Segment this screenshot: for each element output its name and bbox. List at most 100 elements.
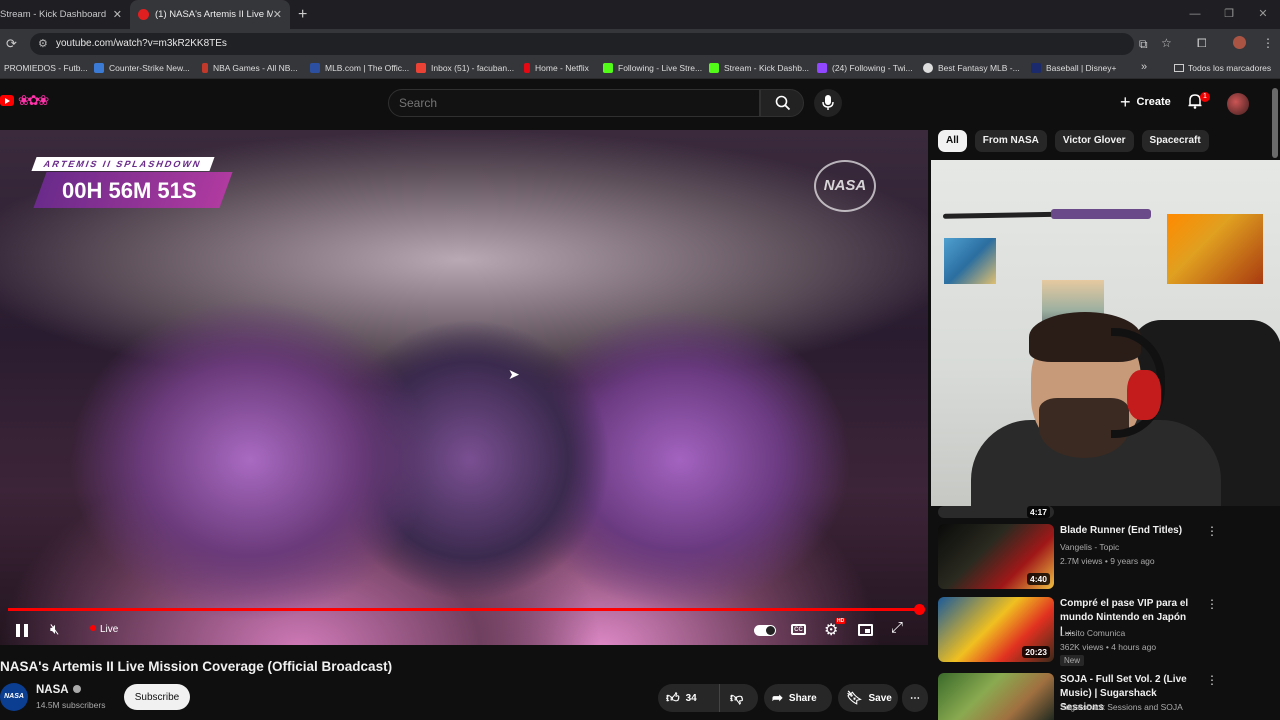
all-bookmarks-folder[interactable]: Todos los marcadores: [1174, 63, 1271, 73]
plus-icon: +: [1120, 91, 1131, 112]
video-player[interactable]: ARTEMIS II SPLASHDOWN 00H 56M 51S NASA ➤…: [0, 130, 928, 645]
recommendation-channel[interactable]: Vangelis - Topic: [1060, 542, 1119, 552]
search-input[interactable]: [389, 90, 759, 116]
share-button[interactable]: ➦ Share: [764, 684, 832, 712]
reload-icon[interactable]: ⟳: [6, 36, 17, 52]
bookmark-item[interactable]: Stream - Kick Dashb...: [709, 63, 809, 73]
video-thumbnail[interactable]: [938, 673, 1054, 720]
video-thumbnail[interactable]: 4:17: [938, 506, 1054, 518]
autoplay-toggle[interactable]: [754, 625, 776, 636]
chip-spacecraft[interactable]: Spacecraft: [1141, 130, 1209, 152]
search-button[interactable]: [760, 89, 804, 117]
dislike-button[interactable]: 👎︎: [720, 690, 749, 706]
thumbs-down-icon: 👎︎: [730, 690, 744, 705]
pause-icon[interactable]: [16, 624, 28, 637]
chip-all[interactable]: All: [938, 130, 967, 152]
maximize-icon[interactable]: ❐: [1212, 0, 1246, 28]
page-scrollbar[interactable]: [1272, 88, 1278, 158]
address-bar[interactable]: ⚙ youtube.com/watch?v=m3kR2KK8TEs: [30, 33, 1134, 55]
bookmark-item[interactable]: Baseball | Disney+: [1031, 63, 1116, 73]
bookmark-item[interactable]: Counter-Strike New...: [94, 63, 190, 73]
create-button[interactable]: + Create: [1112, 89, 1179, 115]
profile-avatar[interactable]: [1233, 36, 1246, 49]
tab-kick-dashboard[interactable]: Stream - Kick Dashboard ✕: [0, 0, 130, 29]
bookmark-icon: 🔖︎: [846, 690, 863, 705]
extensions-icon[interactable]: ⧠: [1197, 36, 1207, 51]
subscribe-button[interactable]: Subscribe: [124, 684, 190, 710]
duration-badge: 4:40: [1026, 573, 1050, 585]
more-options-icon[interactable]: ⋮: [1206, 524, 1218, 538]
save-button[interactable]: 🔖︎ Save: [838, 684, 898, 712]
browser-menu-icon[interactable]: ⋮: [1262, 36, 1274, 50]
video-thumbnail[interactable]: 20:23: [938, 597, 1054, 662]
youtube-logo-icon[interactable]: [0, 95, 14, 106]
recommendation-title[interactable]: Blade Runner (End Titles): [1060, 524, 1190, 538]
more-options-icon[interactable]: ⋮: [1206, 597, 1218, 611]
youtube-favicon-icon: [138, 9, 149, 20]
like-button[interactable]: 👍︎ 34: [658, 684, 720, 712]
notification-badge: 1: [1200, 92, 1210, 102]
close-window-icon[interactable]: ✕: [1246, 0, 1280, 28]
duration-badge: 4:17: [1026, 506, 1050, 518]
player-controls: 🔇︎ Live CC ⚙ HD ⤢: [0, 618, 928, 644]
new-tab-icon[interactable]: +: [298, 6, 307, 24]
avatar[interactable]: [1227, 93, 1249, 115]
recommendation-channel[interactable]: Sugarshack Sessions and SOJA: [1060, 702, 1183, 712]
bookmark-item[interactable]: NBA Games - All NB...: [202, 63, 298, 73]
video-thumbnail[interactable]: 4:40: [938, 524, 1054, 589]
wall-painting: [944, 238, 996, 284]
splashdown-label: ARTEMIS II SPLASHDOWN: [31, 157, 215, 171]
install-app-icon[interactable]: ⧉: [1139, 37, 1148, 52]
bookmark-star-icon[interactable]: ☆: [1161, 36, 1172, 50]
bookmark-item[interactable]: Home - Netflix: [524, 63, 589, 73]
tab-youtube-artemis[interactable]: (1) NASA's Artemis II Live Missio ✕: [130, 0, 290, 29]
thumbs-up-icon: 👍︎: [666, 690, 680, 705]
muted-volume-icon[interactable]: 🔇︎: [50, 621, 59, 638]
chip-victor-glover[interactable]: Victor Glover: [1054, 130, 1134, 152]
progress-bar[interactable]: [8, 604, 925, 615]
channel-name[interactable]: NASA: [36, 684, 81, 696]
bookmark-item[interactable]: Following - Live Stre...: [603, 63, 702, 73]
like-dislike-group: 👍︎ 34 👎︎: [658, 684, 758, 712]
verified-icon: [72, 685, 81, 693]
wall-poster: [1167, 214, 1263, 284]
chip-from-nasa[interactable]: From NASA: [974, 130, 1047, 152]
bookmark-item[interactable]: Inbox (51) - facuban...: [416, 63, 514, 73]
scrubber-handle[interactable]: [914, 604, 925, 615]
microphone-icon: [822, 95, 834, 110]
bookmark-item[interactable]: Best Fantasy MLB -...: [923, 63, 1020, 73]
bookmark-item[interactable]: MLB.com | The Offic...: [310, 63, 409, 73]
site-info-icon[interactable]: ⚙: [38, 37, 48, 50]
bookmark-item[interactable]: PROMIEDOS - Futb...: [4, 63, 88, 73]
more-options-icon[interactable]: ⋮: [1206, 673, 1218, 687]
window-controls: — ❐ ✕: [1178, 0, 1280, 28]
katana-handle: [1051, 209, 1151, 219]
voice-search-button[interactable]: [814, 89, 842, 117]
headset-earcup: [1127, 370, 1161, 420]
recommendation-channel[interactable]: Luisito Comunica: [1060, 628, 1125, 638]
miniplayer-icon[interactable]: [858, 624, 873, 636]
more-bookmarks-icon[interactable]: »: [1141, 61, 1147, 73]
youtube-header: ❀✿❀ +Create 1: [0, 80, 1280, 130]
search-icon: [775, 95, 791, 111]
address-bar-row: ⟳ ⚙ youtube.com/watch?v=m3kR2KK8TEs: [0, 29, 1280, 59]
bookmarks-bar: PROMIEDOS - Futb... Counter-Strike New..…: [0, 59, 1280, 79]
browser-tab-strip: Stream - Kick Dashboard ✕ (1) NASA's Art…: [0, 0, 1280, 29]
live-indicator[interactable]: Live: [90, 624, 118, 635]
video-title: NASA's Artemis II Live Mission Coverage …: [0, 659, 393, 674]
share-icon: ➦: [772, 690, 783, 705]
close-icon[interactable]: ✕: [273, 8, 282, 21]
close-icon[interactable]: ✕: [113, 8, 122, 21]
captions-icon[interactable]: CC: [791, 624, 806, 635]
fullscreen-icon[interactable]: ⤢: [891, 619, 903, 636]
minimize-icon[interactable]: —: [1178, 0, 1212, 28]
hd-badge-icon: HD: [836, 618, 846, 624]
youtube-doodle-icon[interactable]: ❀✿❀: [18, 92, 49, 109]
mouse-cursor-icon: ➤: [508, 366, 520, 382]
bookmark-item[interactable]: (24) Following - Twi...: [817, 63, 913, 73]
tab-label: Stream - Kick Dashboard: [0, 9, 107, 20]
recommendation-meta: 362K views • 4 hours ago: [1060, 642, 1157, 652]
more-actions-button[interactable]: ⋯: [902, 684, 928, 712]
tab-label: (1) NASA's Artemis II Live Missio: [155, 9, 273, 20]
channel-avatar[interactable]: NASA: [0, 683, 28, 711]
